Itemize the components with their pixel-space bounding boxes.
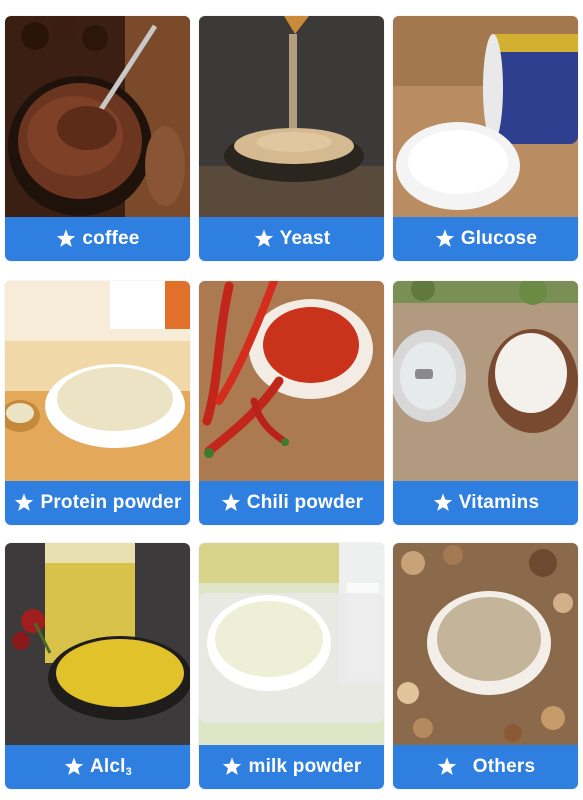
protein-powder-label-bar: Protein powder — [5, 481, 190, 525]
product-card-others[interactable]: Others — [393, 543, 578, 789]
vitamins-photo — [393, 281, 578, 481]
product-label: Others — [472, 756, 536, 777]
puzzle-star-icon — [221, 493, 240, 511]
product-card-vitamins[interactable]: Vitamins — [393, 281, 578, 525]
others-label-bar: Others — [393, 745, 578, 789]
product-label-main: Alcl — [90, 756, 126, 777]
others-photo — [393, 543, 578, 745]
product-card-yeast[interactable]: Yeast — [199, 16, 384, 261]
glucose-label-bar: Glucose — [393, 217, 578, 261]
coffee-label-bar: coffee — [5, 217, 190, 261]
puzzle-star-icon — [15, 493, 34, 511]
puzzle-star-icon — [57, 229, 76, 247]
product-label: Vitamins — [458, 492, 540, 513]
product-label: Alcl3 — [90, 756, 132, 778]
yeast-label-bar: Yeast — [199, 217, 384, 261]
product-label: coffee — [82, 228, 140, 249]
product-label: milk powder — [248, 756, 362, 777]
product-label: Protein powder — [40, 492, 182, 513]
vitamins-label-bar: Vitamins — [393, 481, 578, 525]
product-label-subscript: 3 — [125, 766, 132, 778]
puzzle-star-icon — [254, 229, 273, 247]
product-card-glucose[interactable]: Glucose — [393, 16, 578, 261]
yeast-photo — [199, 16, 384, 217]
protein-powder-photo — [5, 281, 190, 481]
product-card-chili-powder[interactable]: Chili powder — [199, 281, 384, 525]
product-card-protein-powder[interactable]: Protein powder — [5, 281, 190, 525]
alcl3-label-bar: Alcl3 — [5, 745, 190, 789]
product-card-coffee[interactable]: coffee — [5, 16, 190, 261]
puzzle-star-icon — [223, 757, 242, 775]
product-card-milk-powder[interactable]: milk powder — [199, 543, 384, 789]
alcl3-photo — [5, 543, 190, 745]
milk-powder-photo — [199, 543, 384, 745]
product-label: Chili powder — [246, 492, 364, 513]
coffee-photo — [5, 16, 190, 217]
product-grid: coffee Yeast Glucose Protein powder Chil… — [0, 0, 583, 800]
product-label: Glucose — [460, 228, 538, 249]
chili-powder-photo — [199, 281, 384, 481]
puzzle-star-icon — [437, 757, 456, 775]
chili-powder-label-bar: Chili powder — [199, 481, 384, 525]
puzzle-star-icon — [433, 493, 452, 511]
puzzle-star-icon — [64, 757, 84, 775]
puzzle-star-icon — [435, 229, 454, 247]
product-card-alcl3[interactable]: Alcl3 — [5, 543, 190, 789]
glucose-photo — [393, 16, 578, 217]
milk-powder-label-bar: milk powder — [199, 745, 384, 789]
product-label: Yeast — [279, 228, 331, 249]
